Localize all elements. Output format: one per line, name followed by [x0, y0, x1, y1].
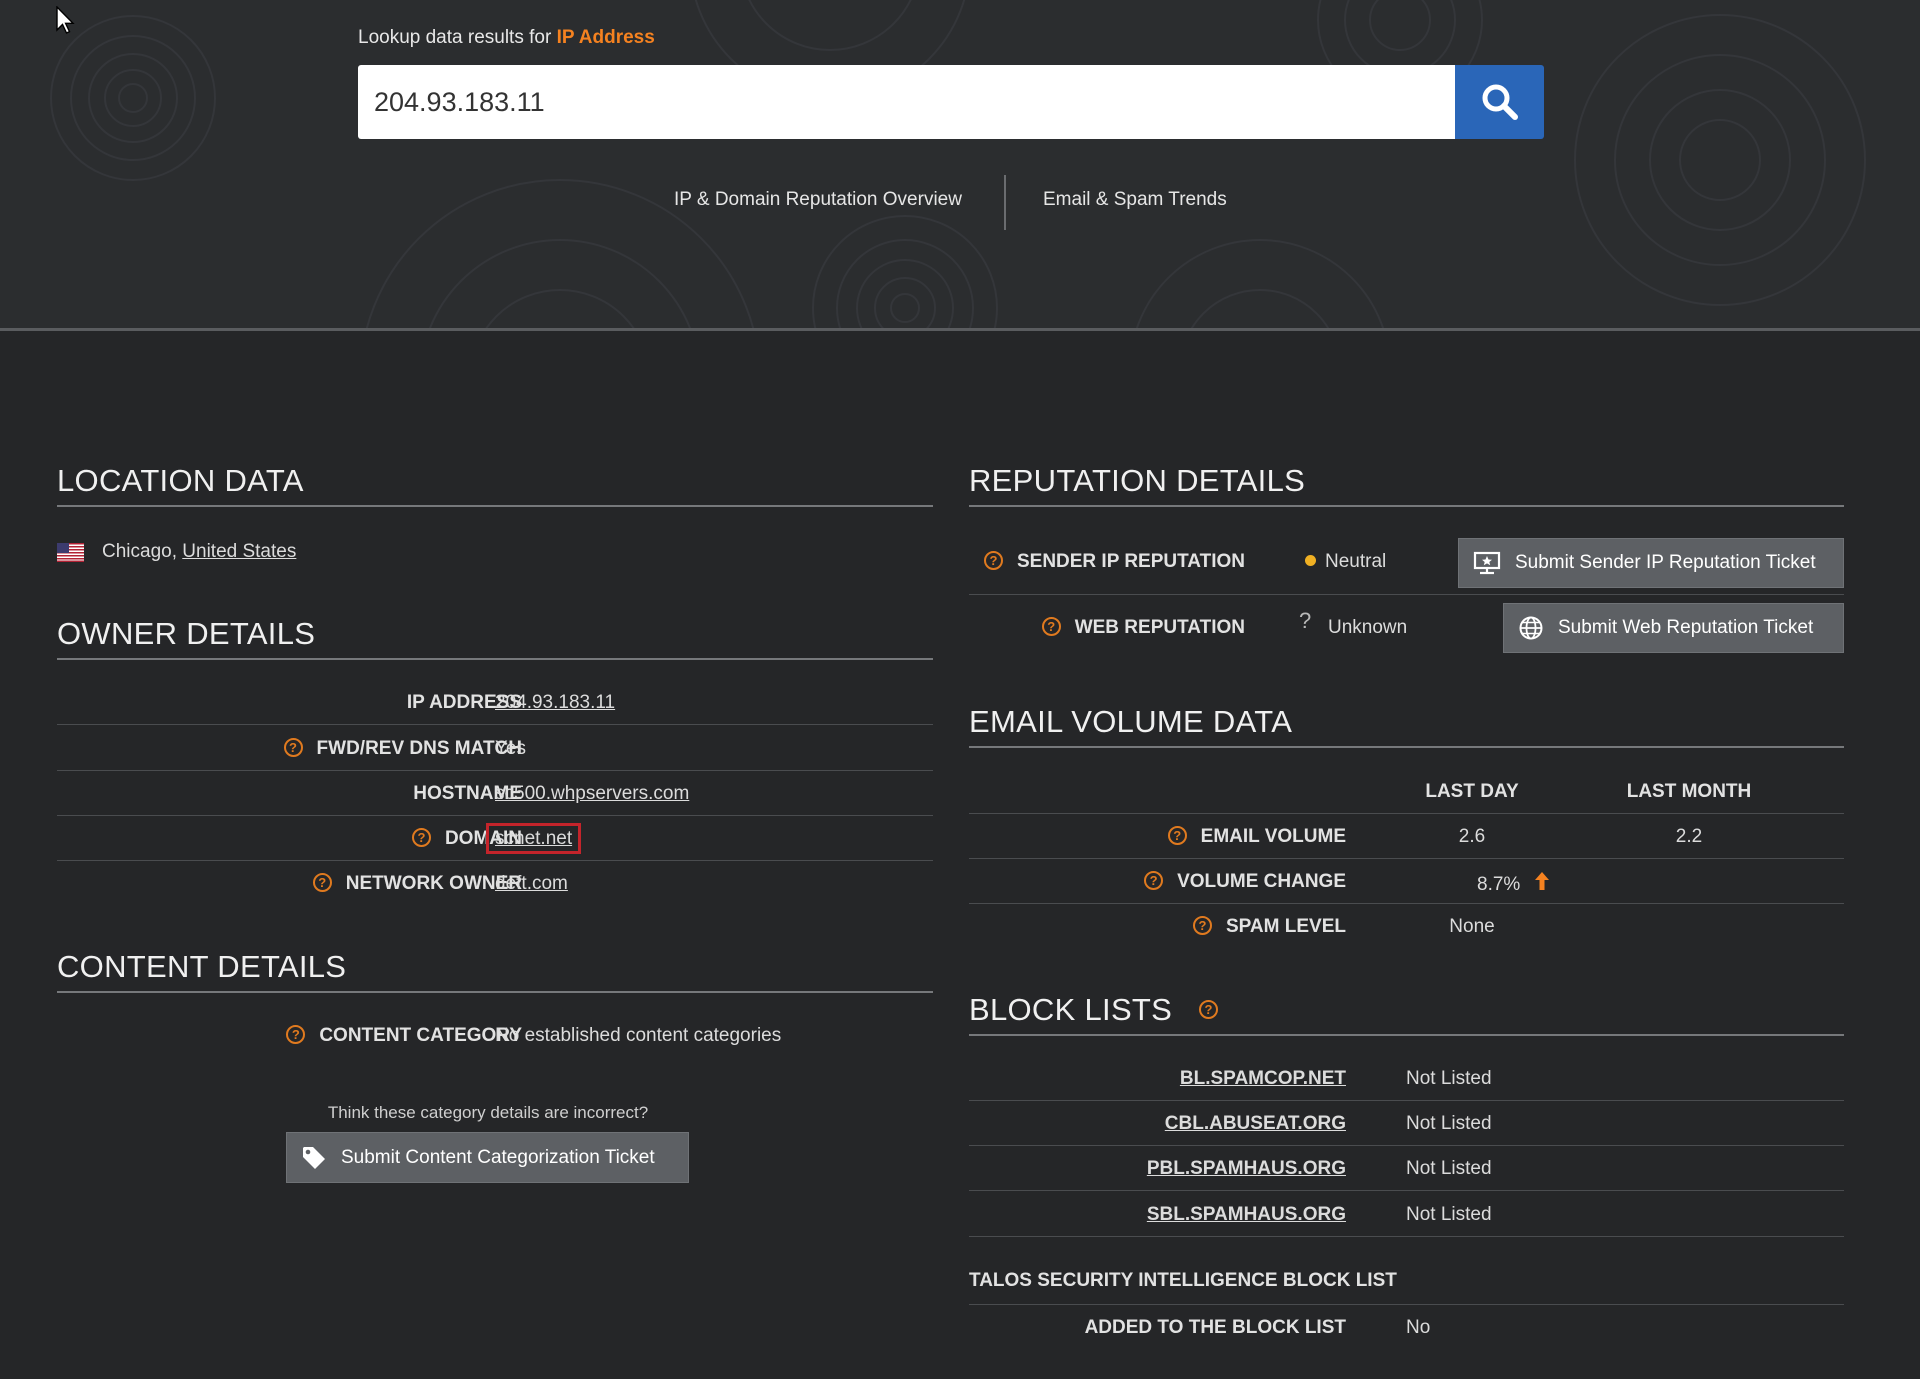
email-volume-header-row: LAST DAY LAST MONTH	[969, 769, 1844, 814]
location-value: Chicago, United States	[57, 540, 296, 564]
submit-content-ticket-label: Submit Content Categorization Ticket	[341, 1146, 655, 1168]
added-to-block-list-label: ADDED TO THE BLOCK LIST	[1084, 1317, 1346, 1338]
globe-icon	[1519, 616, 1543, 640]
owner-row-dns-match: ? FWD/REV DNS MATCH Yes	[57, 726, 933, 771]
help-icon[interactable]: ?	[312, 872, 332, 892]
search-header: Lookup data results for IP Address IP & …	[0, 0, 1920, 331]
spam-level-row: ? SPAM LEVEL None	[969, 904, 1844, 949]
help-icon[interactable]: ?	[1144, 870, 1164, 890]
block-list-status: Not Listed	[1406, 1113, 1492, 1134]
arrow-up-icon	[1534, 872, 1549, 890]
block-list-status: Not Listed	[1406, 1204, 1492, 1225]
block-list-row: PBL.SPAMHAUS.ORG Not Listed	[969, 1146, 1844, 1191]
owner-row-domain: ? DOMAIN scnet.net	[57, 816, 933, 861]
content-category-label: ? CONTENT CATEGORY	[286, 1024, 522, 1047]
email-volume-row: ? EMAIL VOLUME 2.6 2.2	[969, 814, 1844, 859]
reputation-details-title: REPUTATION DETAILS	[969, 463, 1844, 507]
added-to-block-list-value: No	[1406, 1317, 1431, 1338]
neutral-status-dot	[1305, 554, 1316, 566]
us-flag-icon	[57, 542, 84, 562]
talos-block-list-header: TALOS SECURITY INTELLIGENCE BLOCK LIST	[969, 1260, 1844, 1305]
help-icon[interactable]: ?	[286, 1024, 306, 1044]
block-lists-title: BLOCK LISTS ?	[969, 992, 1844, 1036]
help-icon[interactable]: ?	[1167, 825, 1187, 845]
talos-block-list-title: TALOS SECURITY INTELLIGENCE BLOCK LIST	[969, 1270, 1397, 1291]
owner-row-network-owner: ? NETWORK OWNER deft.com	[57, 861, 933, 906]
block-list-link-pbl-spamhaus[interactable]: PBL.SPAMHAUS.ORG	[1147, 1158, 1346, 1179]
network-owner-link[interactable]: deft.com	[495, 873, 568, 894]
block-list-link-sbl-spamhaus[interactable]: SBL.SPAMHAUS.ORG	[1147, 1204, 1346, 1225]
unknown-mark-icon: ?	[1299, 608, 1312, 633]
hostname-link[interactable]: sc500.whpservers.com	[495, 783, 689, 804]
block-list-link-spamcop[interactable]: BL.SPAMCOP.NET	[1180, 1068, 1346, 1089]
owner-details-title: OWNER DETAILS	[57, 616, 933, 660]
block-list-status: Not Listed	[1406, 1068, 1492, 1089]
help-icon[interactable]: ?	[1199, 1000, 1219, 1020]
content-category-value: No established content categories	[495, 1025, 782, 1046]
nav-email-spam-trends[interactable]: Email & Spam Trends	[1043, 189, 1227, 211]
owner-label: ? NETWORK OWNER	[312, 872, 522, 895]
sender-reputation-row: ? SENDER IP REPUTATION Neutral Submit Sen…	[969, 533, 1844, 595]
block-list-status: Not Listed	[1406, 1158, 1492, 1179]
lookup-label-prefix: Lookup data results for	[358, 27, 552, 48]
nav-reputation-overview[interactable]: IP & Domain Reputation Overview	[674, 189, 962, 211]
block-list-row: SBL.SPAMHAUS.ORG Not Listed	[969, 1192, 1844, 1237]
sender-ip-icon	[1473, 551, 1501, 575]
submit-sender-ip-ticket-button[interactable]: Submit Sender IP Reputation Ticket	[1458, 538, 1844, 588]
help-icon[interactable]: ?	[411, 827, 431, 847]
owner-label: ? FWD/REV DNS MATCH	[283, 737, 522, 760]
col-last-day: LAST DAY	[1425, 781, 1519, 802]
email-volume-label: ? EMAIL VOLUME	[1167, 825, 1346, 848]
spam-level-value: None	[1449, 916, 1495, 937]
ip-address-link[interactable]: 204.93.183.11	[495, 692, 615, 713]
block-list-link-abuseat[interactable]: CBL.ABUSEAT.ORG	[1165, 1113, 1346, 1134]
web-reputation-label: ? WEB REPUTATION	[1041, 616, 1245, 639]
block-list-row: BL.SPAMCOP.NET Not Listed	[969, 1056, 1844, 1101]
volume-change-label: ? VOLUME CHANGE	[1144, 870, 1346, 893]
location-country-link[interactable]: United States	[182, 541, 296, 563]
block-list-row: CBL.ABUSEAT.ORG Not Listed	[969, 1101, 1844, 1146]
help-icon[interactable]: ?	[1041, 616, 1061, 636]
block-lists-title-text: BLOCK LISTS	[969, 992, 1173, 1027]
volume-change-row: ? VOLUME CHANGE 8.7%	[969, 859, 1844, 904]
submit-web-reputation-ticket-button[interactable]: Submit Web Reputation Ticket	[1503, 603, 1844, 653]
sender-reputation-value: Neutral	[1305, 551, 1386, 573]
help-icon[interactable]: ?	[1193, 915, 1212, 935]
owner-row-hostname: HOSTNAME sc500.whpservers.com	[57, 771, 933, 816]
nav-divider	[1004, 175, 1006, 230]
incorrect-category-prompt: Think these category details are incorre…	[327, 1103, 649, 1122]
submit-web-reputation-ticket-label: Submit Web Reputation Ticket	[1558, 617, 1814, 638]
help-icon[interactable]: ?	[983, 550, 1003, 570]
search-input[interactable]	[358, 65, 1455, 139]
mouse-cursor-icon	[56, 6, 75, 34]
content-details-title: CONTENT DETAILS	[57, 949, 933, 993]
tag-icon	[303, 1146, 325, 1169]
dns-match-value: Yes	[495, 738, 526, 759]
web-reputation-row: ? WEB REPUTATION ? Unknown Submit Web Rep…	[969, 600, 1844, 660]
added-to-block-list-row: ADDED TO THE BLOCK LIST No	[969, 1305, 1844, 1350]
volume-change-value: 8.7%	[1477, 871, 1550, 896]
spam-level-label: ? SPAM LEVEL	[1193, 915, 1346, 938]
domain-link[interactable]: scnet.net	[485, 823, 582, 854]
lookup-label: Lookup data results for IP Address	[358, 27, 655, 49]
search-button[interactable]	[1455, 65, 1544, 139]
email-volume-day: 2.6	[1458, 826, 1486, 847]
lookup-type: IP Address	[556, 27, 655, 48]
location-city: Chicago,	[102, 541, 177, 562]
web-reputation-value: Unknown	[1328, 617, 1408, 638]
location-data-title: LOCATION DATA	[57, 463, 933, 507]
submit-sender-ip-ticket-label: Submit Sender IP Reputation Ticket	[1515, 552, 1816, 573]
sender-reputation-label: ? SENDER IP REPUTATION	[983, 550, 1245, 573]
submit-content-ticket-button[interactable]: Submit Content Categorization Ticket	[286, 1132, 689, 1183]
help-icon[interactable]: ?	[283, 737, 303, 757]
content-category-row: ? CONTENT CATEGORY No established content…	[57, 1013, 933, 1058]
owner-row-ip-address: IP ADDRESS 204.93.183.11	[57, 680, 933, 725]
col-last-month: LAST MONTH	[1626, 781, 1752, 802]
background-pattern	[50, 0, 1866, 328]
email-volume-title: EMAIL VOLUME DATA	[969, 704, 1844, 748]
search-icon	[1482, 84, 1518, 120]
email-volume-month: 2.2	[1675, 826, 1703, 847]
